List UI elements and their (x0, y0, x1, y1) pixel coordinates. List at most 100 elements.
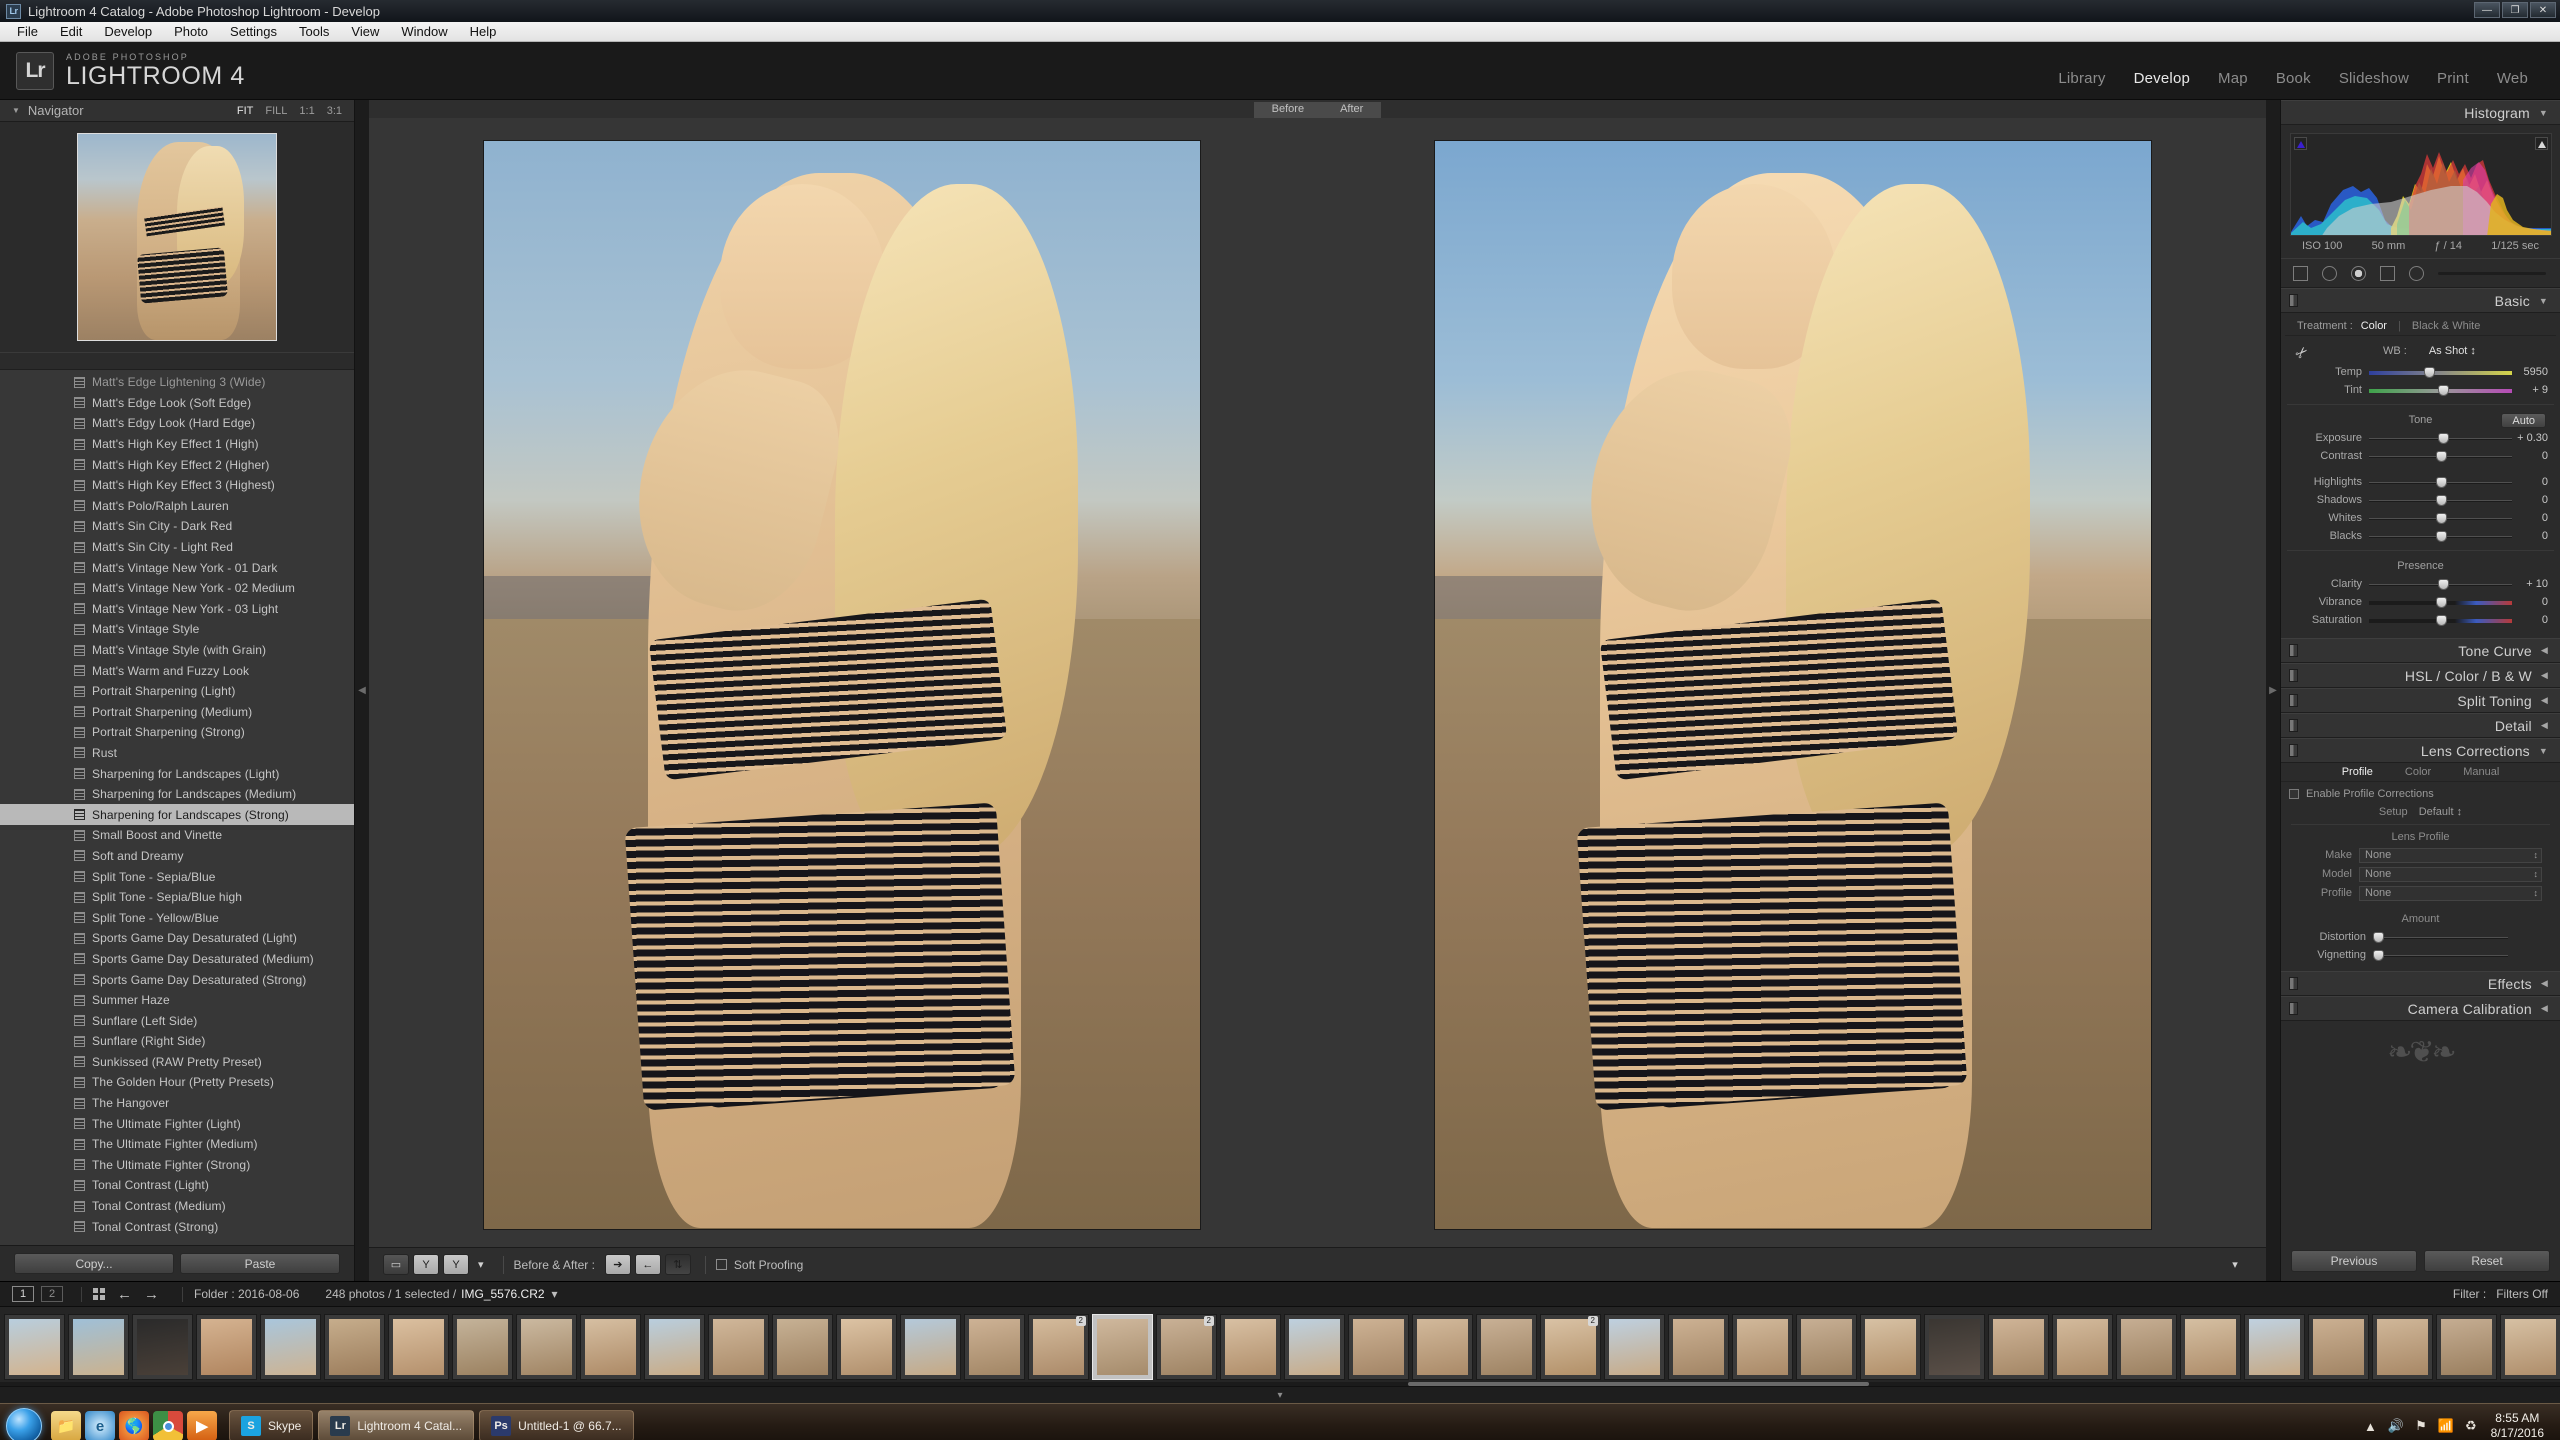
filmstrip-thumbnail[interactable] (1604, 1313, 1665, 1380)
chevron-left-icon[interactable]: ◀ (2541, 978, 2548, 989)
navigate-forward-icon[interactable]: → (144, 1286, 159, 1303)
preset-item[interactable]: Split Tone - Sepia/Blue high (0, 887, 354, 908)
slider-value-blacks[interactable]: 0 (2512, 530, 2556, 542)
filmstrip-thumbnail[interactable] (836, 1313, 897, 1380)
left-panel-collapse-handle[interactable]: ◀ (355, 100, 369, 1281)
chevron-down-icon[interactable]: ▼ (2539, 108, 2548, 118)
slider-knob-whites[interactable] (2435, 512, 2447, 524)
filmstrip-thumbnail[interactable] (388, 1313, 449, 1380)
slider-track-exposure[interactable] (2369, 432, 2512, 444)
filmstrip-thumbnail[interactable] (1668, 1313, 1729, 1380)
filmstrip-thumbnail[interactable] (1860, 1313, 1921, 1380)
taskbar-item-skype[interactable]: S Skype (229, 1410, 314, 1440)
before-pane[interactable] (369, 126, 1315, 1243)
chevron-down-icon[interactable]: ▼ (2539, 296, 2548, 306)
right-panel-collapse-handle[interactable]: ▶ (2266, 100, 2280, 1281)
swap-before-after-button[interactable]: ⇅ (664, 1254, 691, 1275)
section-switch-icon[interactable] (2289, 669, 2298, 682)
preset-item[interactable]: Tonal Contrast (Medium) (0, 1196, 354, 1217)
filmstrip-scrollbar[interactable] (0, 1382, 2560, 1386)
treatment-color-option[interactable]: Color (2350, 320, 2398, 332)
filmstrip-thumbnail[interactable] (260, 1313, 321, 1380)
soft-proofing-checkbox[interactable] (715, 1259, 727, 1270)
preset-item[interactable]: Sports Game Day Desaturated (Strong) (0, 969, 354, 990)
preset-item[interactable]: Sharpening for Landscapes (Medium) (0, 784, 354, 805)
filmstrip-thumbnail[interactable] (516, 1313, 577, 1380)
zoom-level-3-1[interactable]: 3:1 (327, 105, 342, 117)
firefox-icon[interactable]: 🌎 (119, 1411, 149, 1440)
source-folder-label[interactable]: Folder : 2016-08-06 (194, 1287, 299, 1301)
filmstrip-thumbnail[interactable] (4, 1313, 65, 1380)
preset-item[interactable]: Small Boost and Vinette (0, 825, 354, 846)
filmstrip-thumbnail[interactable] (2052, 1313, 2113, 1380)
filmstrip-thumbnail[interactable] (196, 1313, 257, 1380)
preset-item[interactable]: Sports Game Day Desaturated (Light) (0, 928, 354, 949)
close-button[interactable]: ✕ (2530, 2, 2556, 18)
slider-track-distortion[interactable] (2373, 931, 2508, 943)
windows-explorer-icon[interactable]: 📁 (51, 1411, 81, 1440)
filmstrip-thumbnail[interactable] (1988, 1313, 2049, 1380)
navigator-preview[interactable] (0, 122, 354, 352)
section-header-hsl-color-b-w[interactable]: HSL / Color / B & W ◀ (2281, 663, 2560, 688)
slider-knob-blacks[interactable] (2435, 530, 2447, 542)
preset-item[interactable]: Matt's High Key Effect 2 (Higher) (0, 454, 354, 475)
slider-knob-highlights[interactable] (2435, 476, 2447, 488)
right-panel-scroll-area[interactable]: Basic ▼ Treatment : Color | Black & Whit… (2281, 288, 2560, 1244)
filmstrip-thumbnail[interactable] (132, 1313, 193, 1380)
grid-view-icon[interactable] (93, 1288, 105, 1300)
filmstrip-thumbnail[interactable] (2308, 1313, 2369, 1380)
preset-item[interactable]: Portrait Sharpening (Strong) (0, 722, 354, 743)
module-print[interactable]: Print (2423, 70, 2483, 87)
tool-strip-slider[interactable] (2438, 271, 2546, 275)
slider-knob-shadows[interactable] (2435, 494, 2447, 506)
filename-dropdown-icon[interactable]: ▾ (552, 1287, 558, 1301)
section-header-effects[interactable]: Effects ◀ (2281, 971, 2560, 996)
maximize-button[interactable]: ❐ (2502, 2, 2528, 18)
volume-icon[interactable]: 🔊 (2388, 1418, 2404, 1434)
slider-knob-temp[interactable] (2424, 366, 2436, 378)
slider-knob-vignetting[interactable] (2373, 949, 2385, 961)
after-pane[interactable] (1321, 126, 2267, 1243)
setup-value[interactable]: Default ↕ (2419, 806, 2462, 818)
copy-before-to-after-button[interactable]: ← (634, 1254, 661, 1275)
preset-item[interactable]: Split Tone - Yellow/Blue (0, 907, 354, 928)
filmstrip-thumbnail[interactable] (324, 1313, 385, 1380)
section-header-split-toning[interactable]: Split Toning ◀ (2281, 688, 2560, 713)
enable-profile-checkbox[interactable] (2289, 789, 2299, 799)
filmstrip-thumbnail[interactable] (644, 1313, 705, 1380)
section-switch-icon[interactable] (2289, 977, 2298, 990)
red-eye-correction-icon[interactable] (2351, 265, 2366, 281)
filmstrip-thumbnail[interactable] (708, 1313, 769, 1380)
lens-field-select[interactable]: None (2359, 885, 2542, 901)
filmstrip-thumbnail[interactable] (964, 1313, 1025, 1380)
filmstrip-thumbnail[interactable] (2244, 1313, 2305, 1380)
slider-knob-saturation[interactable] (2435, 614, 2447, 626)
section-header-tone-curve[interactable]: Tone Curve ◀ (2281, 638, 2560, 663)
filmstrip-thumbnail[interactable] (772, 1313, 833, 1380)
lens-field-select[interactable]: None (2359, 866, 2542, 882)
auto-tone-button[interactable]: Auto (2501, 413, 2546, 428)
paste-settings-button[interactable]: Paste (180, 1253, 340, 1274)
filmstrip-thumbnail[interactable] (1220, 1313, 1281, 1380)
wb-value[interactable]: As Shot ↕ (2429, 345, 2476, 357)
slider-value-highlights[interactable]: 0 (2512, 476, 2556, 488)
chrome-icon[interactable] (153, 1411, 183, 1440)
slider-knob-tint[interactable] (2438, 384, 2450, 396)
preset-item[interactable]: Matt's Vintage New York - 03 Light (0, 599, 354, 620)
filmstrip-thumbnail[interactable] (1796, 1313, 1857, 1380)
navigate-back-icon[interactable]: ← (117, 1286, 132, 1303)
section-switch-icon[interactable] (2289, 694, 2298, 707)
preset-item[interactable]: Soft and Dreamy (0, 846, 354, 867)
filter-value[interactable]: Filters Off (2496, 1287, 2548, 1301)
module-develop[interactable]: Develop (2120, 70, 2204, 87)
menu-item-photo[interactable]: Photo (163, 22, 219, 42)
module-book[interactable]: Book (2262, 70, 2325, 87)
filmstrip-thumbnail[interactable] (1412, 1313, 1473, 1380)
previous-button[interactable]: Previous (2291, 1250, 2417, 1272)
preset-item[interactable]: Matt's Edgy Look (Hard Edge) (0, 413, 354, 434)
slider-track-highlights[interactable] (2369, 476, 2512, 488)
chevron-down-icon[interactable]: ▼ (12, 106, 20, 115)
preset-item[interactable]: Matt's Vintage New York - 01 Dark (0, 557, 354, 578)
preset-item[interactable]: The Ultimate Fighter (Medium) (0, 1134, 354, 1155)
lens-tab-manual[interactable]: Manual (2447, 766, 2515, 778)
